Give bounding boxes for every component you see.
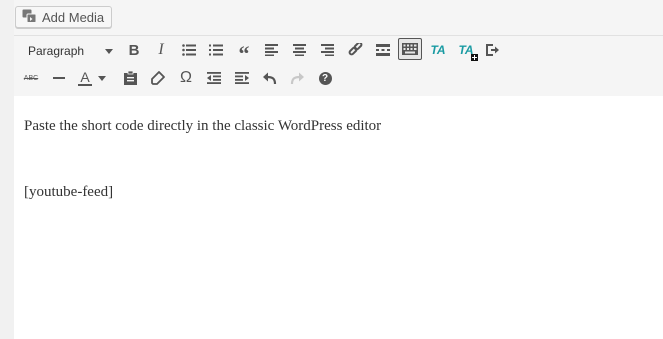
ta-button[interactable]: TA bbox=[426, 39, 450, 61]
strikethrough-button[interactable]: ABC bbox=[19, 67, 43, 89]
add-media-label: Add Media bbox=[42, 9, 105, 25]
keyboard-icon bbox=[402, 43, 418, 55]
paragraph-instructions: Paste the short code directly in the cla… bbox=[24, 118, 382, 134]
align-center-button[interactable] bbox=[287, 39, 311, 61]
ta-shortcode-button[interactable]: TA bbox=[454, 39, 478, 61]
bulleted-list-button[interactable] bbox=[177, 39, 201, 61]
classic-editor: Add Media Paragraph B I “ TA TA ABC A Ω … bbox=[14, 0, 663, 339]
ta-plus-icon: TA bbox=[458, 43, 478, 61]
media-icon bbox=[22, 9, 37, 26]
paragraph-shortcode: [youtube-feed] bbox=[24, 184, 114, 200]
help-label: ? bbox=[321, 72, 329, 84]
bulleted-list-icon bbox=[182, 44, 196, 56]
read-more-icon bbox=[376, 44, 390, 56]
ta-icon: TA bbox=[430, 43, 446, 57]
omega-icon: Ω bbox=[180, 69, 192, 86]
keyboard-shortcuts-button[interactable]: ? bbox=[313, 67, 337, 89]
redo-button[interactable] bbox=[285, 67, 309, 89]
special-character-button[interactable]: Ω bbox=[174, 67, 198, 89]
toolbar-toggle-button[interactable] bbox=[398, 38, 422, 60]
align-right-icon bbox=[320, 44, 334, 56]
bold-button[interactable]: B bbox=[122, 39, 146, 61]
indent-icon bbox=[235, 72, 249, 84]
exit-arrow-icon bbox=[486, 44, 500, 56]
align-center-icon bbox=[292, 44, 306, 56]
numbered-list-button[interactable] bbox=[204, 39, 228, 61]
format-select-value: Paragraph bbox=[28, 44, 85, 58]
chevron-down-icon bbox=[98, 75, 106, 81]
align-right-button[interactable] bbox=[315, 39, 339, 61]
text-color-icon: A bbox=[78, 68, 92, 86]
blockquote-icon: “ bbox=[238, 41, 250, 66]
add-media-button[interactable]: Add Media bbox=[15, 6, 113, 28]
undo-icon bbox=[263, 72, 277, 85]
blockquote-button[interactable]: “ bbox=[232, 39, 256, 66]
increase-indent-button[interactable] bbox=[230, 67, 254, 89]
italic-icon: I bbox=[158, 41, 164, 58]
strikethrough-icon: ABC bbox=[23, 74, 39, 82]
insert-link-button[interactable] bbox=[343, 39, 367, 61]
align-left-button[interactable] bbox=[259, 39, 283, 61]
undo-button[interactable] bbox=[258, 67, 282, 89]
chevron-down-icon bbox=[105, 48, 113, 54]
bold-icon: B bbox=[128, 41, 140, 59]
format-select[interactable]: Paragraph bbox=[21, 41, 117, 61]
eraser-icon bbox=[151, 71, 165, 85]
horizontal-line-icon bbox=[53, 76, 65, 80]
decrease-indent-button[interactable] bbox=[202, 67, 226, 89]
italic-button[interactable]: I bbox=[149, 39, 173, 61]
paste-as-text-button[interactable] bbox=[118, 67, 142, 89]
redo-icon bbox=[290, 72, 304, 85]
distraction-free-button[interactable] bbox=[481, 39, 505, 61]
editor-toolbar: Paragraph B I “ TA TA ABC A Ω ? bbox=[14, 35, 663, 97]
clear-formatting-button[interactable] bbox=[146, 67, 170, 89]
align-left-icon bbox=[264, 44, 278, 56]
link-icon bbox=[348, 42, 363, 58]
clipboard-icon bbox=[123, 71, 137, 85]
text-color-button[interactable]: A bbox=[75, 67, 111, 89]
outdent-icon bbox=[207, 72, 221, 84]
horizontal-line-button[interactable] bbox=[47, 67, 71, 89]
text-color-label: A bbox=[80, 68, 90, 85]
numbered-list-icon bbox=[209, 44, 223, 56]
read-more-button[interactable] bbox=[371, 39, 395, 61]
help-icon: ? bbox=[318, 71, 332, 85]
editor-content-area[interactable]: Paste the short code directly in the cla… bbox=[14, 96, 663, 339]
